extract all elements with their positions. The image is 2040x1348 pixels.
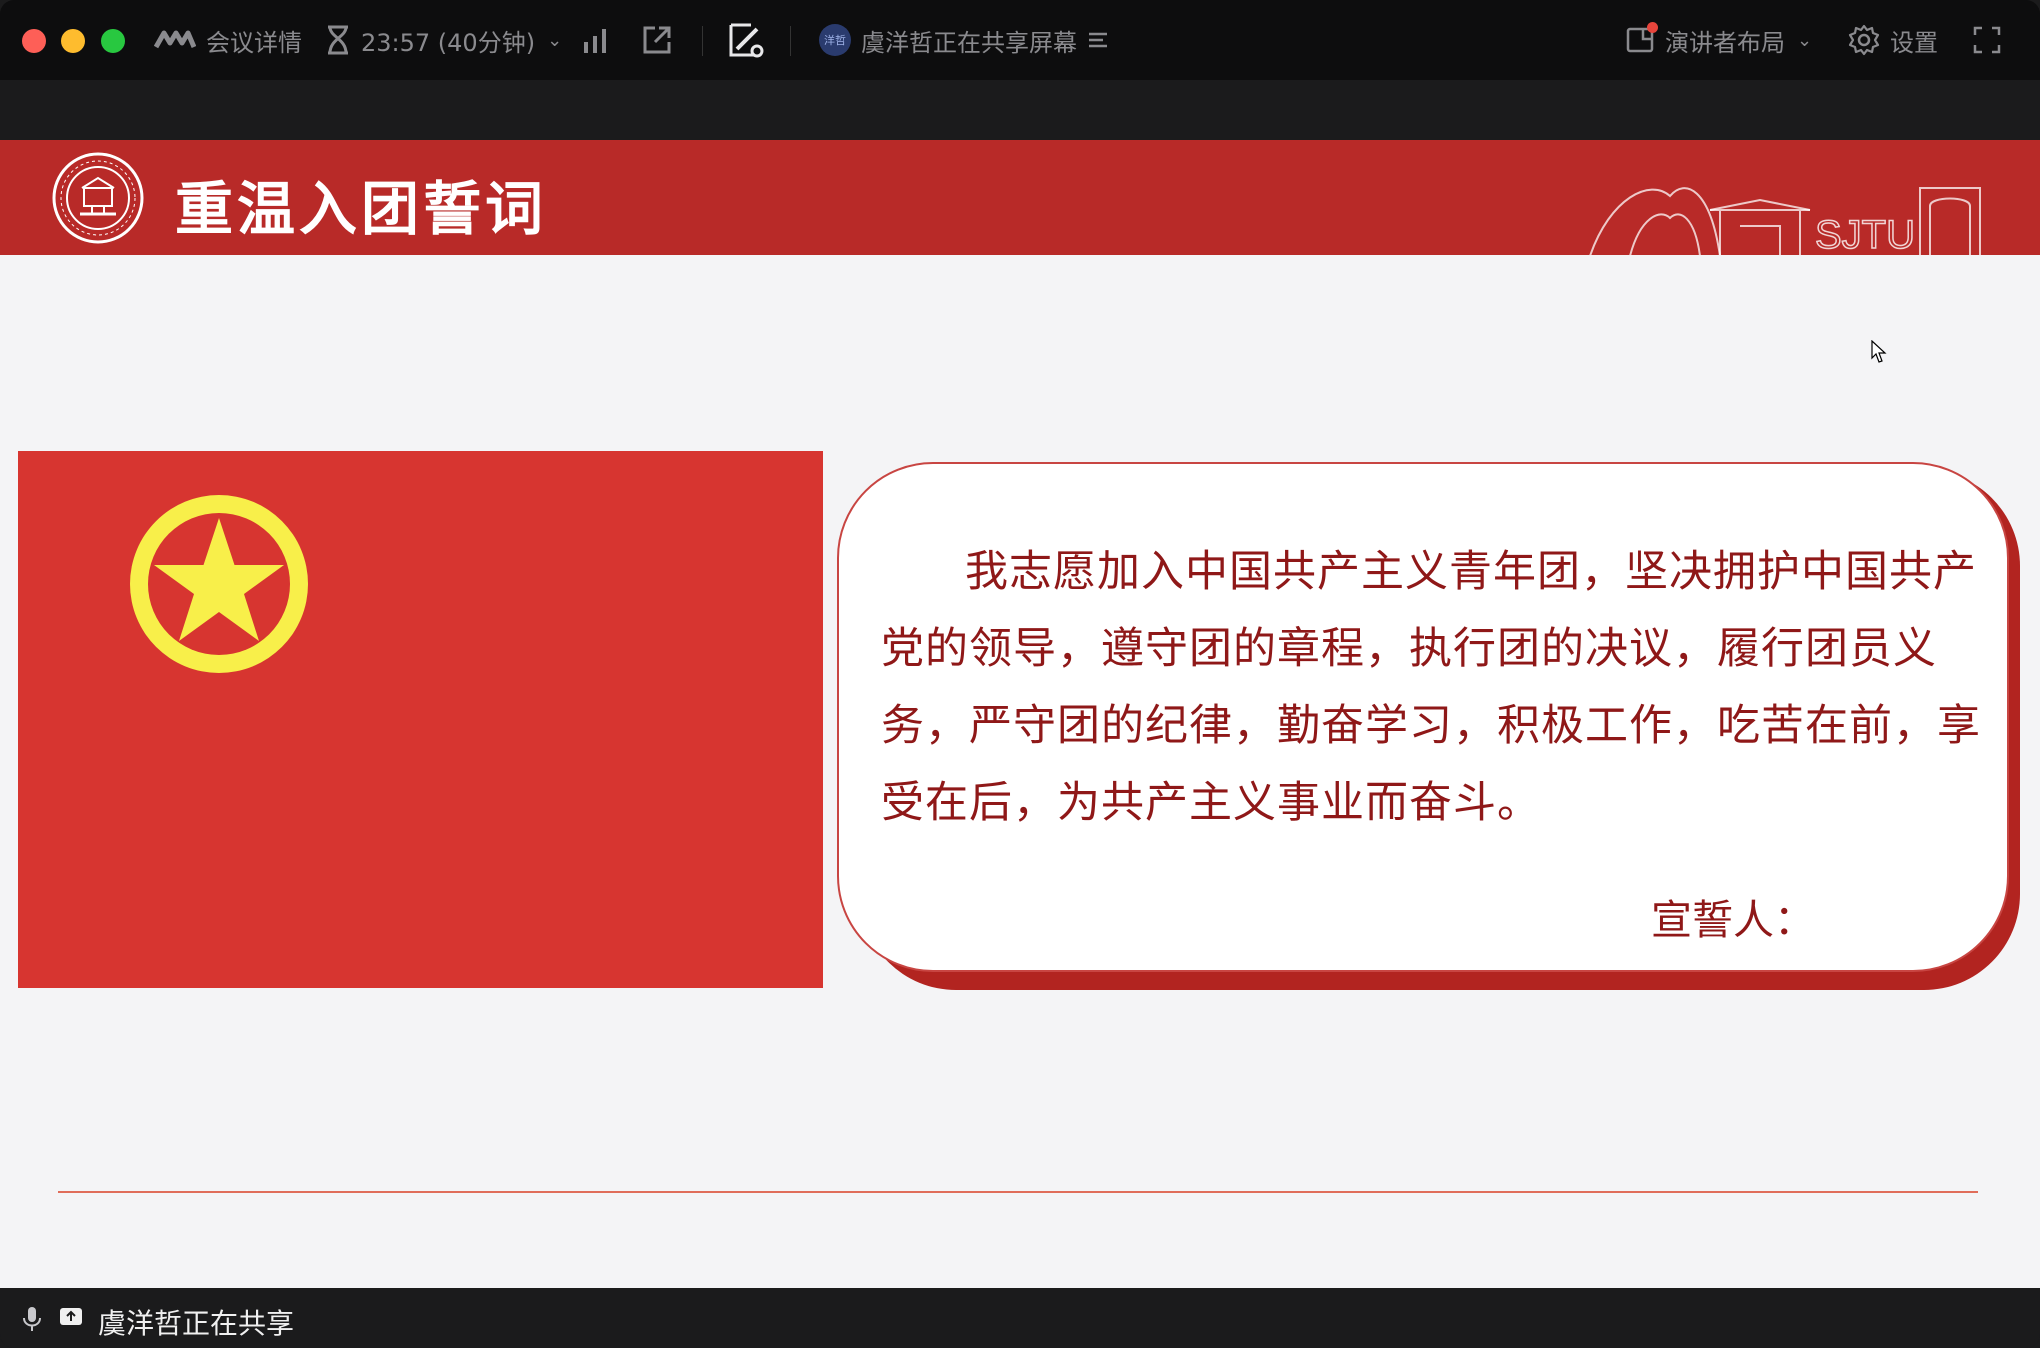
annotation-pen-icon <box>729 23 764 58</box>
external-link-icon <box>643 26 671 54</box>
meeting-timer[interactable]: 23:57 (40分钟) ⌄ <box>325 0 562 80</box>
signal-stats-button[interactable] <box>580 0 610 80</box>
meeting-toolbar: 会议详情 23:57 (40分钟) ⌄ 洋哲 虞洋哲正在共享屏幕 演讲者布局 ⌄… <box>0 0 2040 80</box>
slide-header-banner: 重温入团誓词 SJTU <box>0 140 2040 255</box>
close-window-button[interactable] <box>22 29 46 53</box>
sharing-status-text: 虞洋哲正在共享 <box>98 1307 295 1340</box>
meeting-window: 会议详情 23:57 (40分钟) ⌄ 洋哲 虞洋哲正在共享屏幕 演讲者布局 ⌄… <box>0 0 2040 1348</box>
gear-icon <box>1848 24 1880 56</box>
popout-button[interactable] <box>641 0 673 80</box>
slide-title: 重温入团誓词 <box>175 175 548 243</box>
campus-building-outline: SJTU <box>1589 187 1981 255</box>
sharer-avatar: 洋哲 <box>819 24 851 56</box>
campus-mark-text: SJTU <box>1815 213 1915 255</box>
youth-league-flag <box>18 451 823 988</box>
screen-share-status[interactable]: 洋哲 虞洋哲正在共享屏幕 <box>819 0 1111 80</box>
meeting-details-button[interactable]: 会议详情 <box>154 0 302 80</box>
footer-divider-line <box>58 1191 1978 1193</box>
notification-dot <box>1647 22 1658 33</box>
toolbar-divider <box>702 26 703 56</box>
settings-label: 设置 <box>1890 28 1938 57</box>
sharing-status-label: 虞洋哲正在共享屏幕 <box>861 28 1077 57</box>
sharing-status-bar: 虞洋哲正在共享 <box>0 1288 2040 1348</box>
league-emblem-star-icon <box>130 495 308 673</box>
fullscreen-icon <box>1973 26 2001 54</box>
mouse-pointer-icon <box>1871 340 1887 363</box>
fullscreen-button[interactable] <box>1972 0 2002 80</box>
meeting-details-label: 会议详情 <box>206 28 302 57</box>
microphone-icon[interactable] <box>22 1306 42 1332</box>
university-seal-icon <box>52 152 144 244</box>
signer-label: 宣誓人： <box>1651 896 1815 944</box>
screen-share-icon[interactable] <box>58 1306 84 1330</box>
maximize-window-button[interactable] <box>101 29 125 53</box>
tencent-meeting-logo-icon <box>154 30 196 49</box>
toolbar-divider <box>790 26 791 56</box>
menu-lines-icon <box>1089 32 1107 48</box>
layout-label: 演讲者布局 <box>1665 28 1785 57</box>
minimize-window-button[interactable] <box>61 29 85 53</box>
share-area-top-strip <box>0 80 2040 140</box>
signal-bars-icon <box>584 29 606 53</box>
layout-menu-button[interactable]: 演讲者布局 ⌄ <box>1625 0 1812 80</box>
chevron-down-icon: ⌄ <box>547 29 563 51</box>
chevron-down-icon: ⌄ <box>1797 29 1813 51</box>
annotate-button[interactable] <box>727 0 765 80</box>
timer-label: 23:57 (40分钟) <box>361 28 536 57</box>
oath-card: 我志愿加入中国共产主义青年团，坚决拥护中国共产党的领导，遵守团的章程，执行团的决… <box>837 462 2009 972</box>
shared-screen-slide: 重温入团誓词 SJTU 我志愿加入中国共产主义青年团，坚决拥护中国共产党的领导，… <box>0 140 2040 1288</box>
hourglass-icon <box>328 25 348 55</box>
oath-text: 我志愿加入中国共产主义青年团，坚决拥护中国共产党的领导，遵守团的章程，执行团的决… <box>881 547 1981 828</box>
settings-button[interactable]: 设置 <box>1848 0 1938 80</box>
